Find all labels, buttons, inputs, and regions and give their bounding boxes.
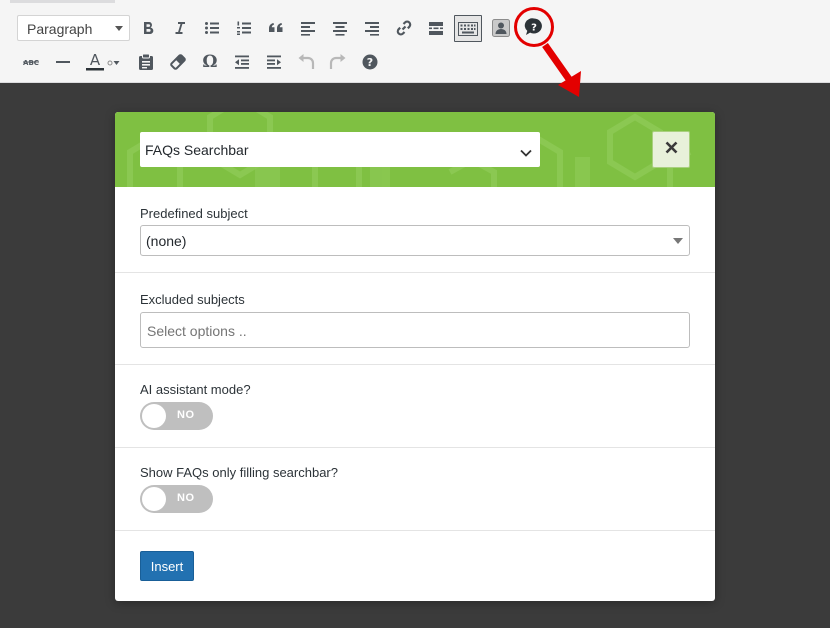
shortcode-type-value: FAQs Searchbar — [145, 142, 249, 158]
predefined-subject-value: (none) — [146, 233, 187, 249]
shortcode-type-select[interactable]: FAQs Searchbar — [140, 132, 540, 167]
chevron-down-icon — [520, 144, 532, 160]
indent-button[interactable] — [261, 49, 287, 75]
italic-button[interactable] — [167, 15, 193, 41]
ai-assistant-mode-field: AI assistant mode? NO — [115, 365, 715, 448]
excluded-subjects-input[interactable]: Select options .. — [140, 312, 690, 348]
ai-assistant-mode-toggle[interactable]: NO — [140, 402, 213, 430]
clear-formatting-icon — [169, 53, 187, 71]
format-select-value: Paragraph — [27, 21, 93, 37]
show-only-filling-label: Show FAQs only filling searchbar? — [140, 465, 338, 480]
predefined-subject-select[interactable]: (none) — [140, 225, 690, 256]
svg-text:A: A — [90, 52, 101, 69]
align-left-button[interactable] — [295, 15, 321, 41]
help-button[interactable]: ? — [357, 49, 383, 75]
italic-icon — [172, 20, 188, 36]
redo-icon — [329, 53, 347, 71]
outdent-button[interactable] — [229, 49, 255, 75]
excluded-subjects-label: Excluded subjects — [140, 292, 245, 307]
special-character-icon: Ω — [202, 52, 218, 72]
toggle-knob — [142, 487, 166, 511]
indent-icon — [266, 54, 282, 70]
align-right-button[interactable] — [359, 15, 385, 41]
align-left-icon — [300, 20, 316, 36]
clear-formatting-button[interactable] — [165, 49, 191, 75]
show-only-filling-field: Show FAQs only filling searchbar? NO — [115, 448, 715, 531]
annotation-arrow — [542, 42, 581, 97]
show-only-filling-toggle[interactable]: NO — [140, 485, 213, 513]
align-center-button[interactable] — [327, 15, 353, 41]
bold-button[interactable] — [135, 15, 161, 41]
text-color-icon: A — [82, 52, 122, 72]
bulleted-list-icon — [204, 20, 220, 36]
strikethrough-button[interactable]: ABC — [18, 49, 44, 75]
excluded-subjects-field: Excluded subjects Select options .. — [115, 273, 715, 365]
close-button[interactable] — [652, 131, 690, 168]
bulleted-list-button[interactable] — [199, 15, 225, 41]
special-character-button[interactable]: Ω — [197, 49, 223, 75]
read-more-button[interactable] — [423, 15, 449, 41]
redo-button[interactable] — [325, 49, 351, 75]
close-icon — [665, 141, 678, 159]
user-shortcode-button[interactable] — [488, 15, 514, 41]
excluded-subjects-placeholder: Select options .. — [147, 323, 247, 339]
shortcode-modal: FAQs Searchbar Predefined subject (none)… — [115, 112, 715, 601]
user-shortcode-icon — [492, 19, 510, 37]
toolbar-toggle-icon — [458, 21, 478, 36]
horizontal-line-button[interactable] — [50, 49, 76, 75]
ai-assistant-mode-label: AI assistant mode? — [140, 382, 251, 397]
help-icon: ? — [362, 54, 378, 70]
align-center-icon — [332, 20, 348, 36]
insert-button[interactable]: Insert — [140, 551, 194, 581]
horizontal-line-icon — [55, 54, 71, 70]
paste-as-text-icon — [138, 53, 154, 71]
paste-as-text-button[interactable] — [133, 49, 159, 75]
strikethrough-icon: ABC — [22, 57, 40, 67]
paragraph-format-select[interactable]: Paragraph — [17, 15, 130, 41]
blockquote-button[interactable] — [263, 15, 289, 41]
numbered-list-button[interactable] — [231, 15, 257, 41]
link-icon — [395, 19, 413, 37]
numbered-list-icon — [236, 20, 252, 36]
toggle-state: NO — [177, 409, 195, 421]
toggle-knob — [142, 404, 166, 428]
editor-tab-strip — [10, 0, 115, 3]
svg-text:ABC: ABC — [23, 59, 39, 67]
bold-icon — [140, 20, 156, 36]
predefined-subject-field: Predefined subject (none) — [115, 187, 715, 273]
undo-icon — [297, 53, 315, 71]
predefined-subject-label: Predefined subject — [140, 206, 248, 221]
read-more-icon — [428, 20, 444, 36]
align-right-icon — [364, 20, 380, 36]
svg-text:?: ? — [367, 56, 373, 69]
chevron-down-icon — [115, 26, 123, 31]
toolbar-toggle-button[interactable] — [454, 15, 482, 42]
editor-toolbar: Paragraph ? ABC A Ω ? — [0, 0, 830, 83]
toggle-state: NO — [177, 492, 195, 504]
modal-header: FAQs Searchbar — [115, 112, 715, 187]
undo-button[interactable] — [293, 49, 319, 75]
insert-link-button[interactable] — [391, 15, 417, 41]
outdent-icon — [234, 54, 250, 70]
blockquote-icon — [268, 20, 284, 36]
text-color-button[interactable]: A — [82, 49, 122, 75]
dropdown-arrow-icon — [673, 238, 683, 244]
